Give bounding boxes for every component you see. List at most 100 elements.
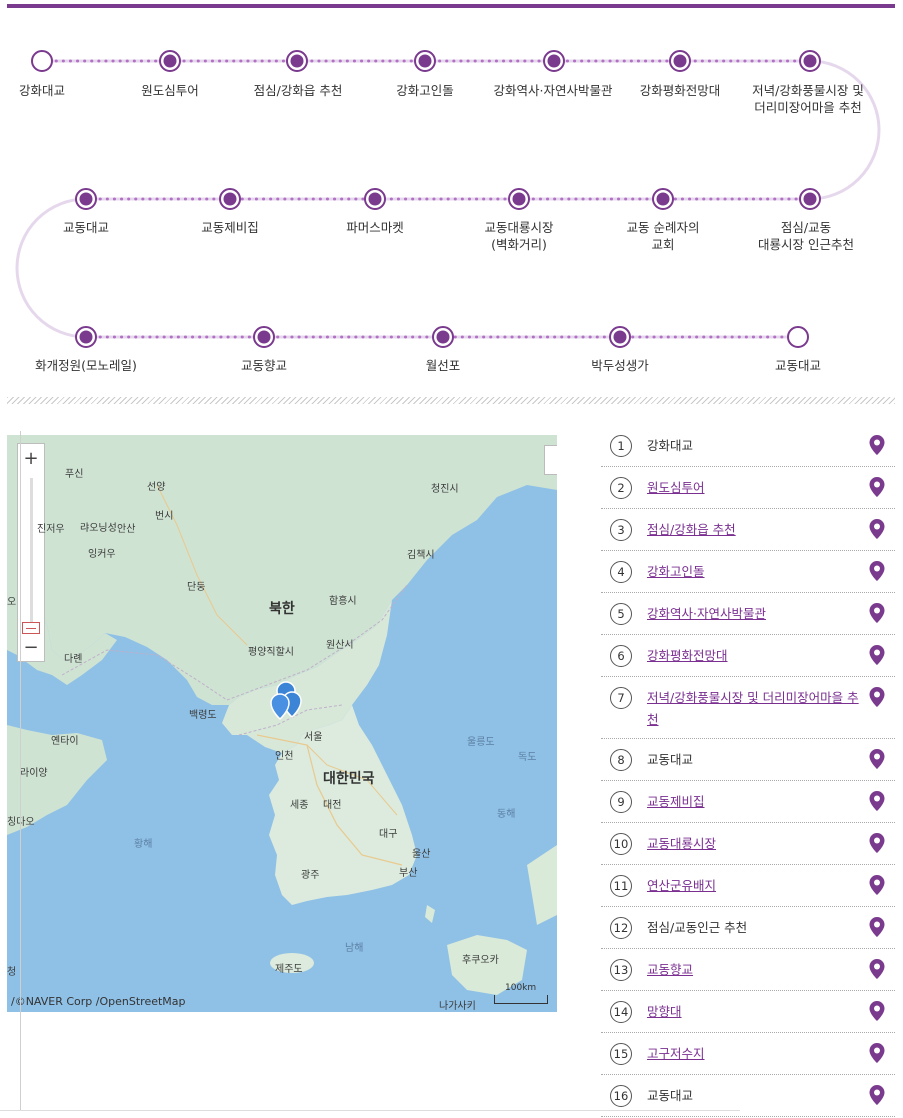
course-stop-dot[interactable] xyxy=(543,50,565,72)
section-divider xyxy=(7,397,895,404)
poi-list-item[interactable]: 13 교동향교 xyxy=(601,949,895,991)
poi-name-link[interactable]: 교동대룡시장 xyxy=(647,833,862,855)
map-place-label: 청진시 xyxy=(431,484,459,495)
course-stop-dot[interactable] xyxy=(799,50,821,72)
course-stop-label: 월선포 xyxy=(425,358,461,373)
poi-number-badge: 3 xyxy=(610,519,632,541)
poi-name-link[interactable]: 망향대 xyxy=(647,1001,862,1023)
poi-name-link[interactable]: 강화고인돌 xyxy=(647,561,862,583)
map-place-label: 대전 xyxy=(323,800,342,811)
map-place-label: 잉커우 xyxy=(88,549,116,560)
poi-list-item[interactable]: 4 강화고인돌 xyxy=(601,551,895,593)
map-view[interactable]: + − 푸신 선양 번시 진저우 랴오닝성 안산 잉커우 단둥 다롄 청진시 김책시 함흥시 북한 평양직… xyxy=(7,435,557,1012)
course-stop-dot[interactable] xyxy=(508,188,530,210)
map-place-label: 울산 xyxy=(412,849,431,860)
zoom-in-button[interactable]: + xyxy=(18,446,44,472)
map-pin-icon[interactable] xyxy=(869,687,885,707)
map-pin-icon[interactable] xyxy=(869,477,885,497)
map-pin-icon[interactable] xyxy=(869,435,885,455)
poi-name-link[interactable]: 강화평화전망대 xyxy=(647,645,862,667)
course-stop-dot[interactable] xyxy=(219,188,241,210)
map-pin-icon[interactable] xyxy=(869,917,885,937)
map-pin-icon[interactable] xyxy=(869,959,885,979)
map-pin-icon[interactable] xyxy=(869,1043,885,1063)
course-stop-label: 교동향교 xyxy=(240,358,288,373)
course-stop-dot[interactable] xyxy=(669,50,691,72)
course-stop-dot[interactable] xyxy=(286,50,308,72)
course-stop-dot[interactable] xyxy=(75,326,97,348)
poi-name-link[interactable]: 교동향교 xyxy=(647,959,862,981)
map-pin-icon[interactable] xyxy=(869,1001,885,1021)
poi-name-link[interactable]: 강화역사·자연사박물관 xyxy=(647,603,862,625)
poi-number-badge: 9 xyxy=(610,791,632,813)
map-pin-icon[interactable] xyxy=(869,791,885,811)
zoom-out-button[interactable]: − xyxy=(18,635,44,661)
poi-list-item[interactable]: 11 연산군유배지 xyxy=(601,865,895,907)
poi-list-item[interactable]: 7 저녁/강화풍물시장 및 더리미장어마을 추천 xyxy=(601,677,895,739)
course-stop-label: 강화대교 xyxy=(18,83,66,98)
poi-name-link[interactable]: 점심/강화읍 추천 xyxy=(647,519,862,541)
map-place-label: 김책시 xyxy=(407,550,435,561)
map-pin-icon[interactable] xyxy=(869,749,885,769)
poi-name-link[interactable]: 원도심투어 xyxy=(647,477,862,499)
poi-list-item[interactable]: 6 강화평화전망대 xyxy=(601,635,895,677)
poi-list-item[interactable]: 9 교동제비집 xyxy=(601,781,895,823)
zoom-slider-track[interactable] xyxy=(30,478,33,628)
poi-name-link[interactable]: 연산군유배지 xyxy=(647,875,862,897)
zoom-slider-handle[interactable] xyxy=(22,622,40,634)
map-pin-icon[interactable] xyxy=(869,645,885,665)
map-place-label: 황해 xyxy=(134,839,153,850)
course-stop-dot[interactable] xyxy=(364,188,386,210)
map-place-label: 진저우 xyxy=(37,524,65,535)
poi-number-badge: 11 xyxy=(610,875,632,897)
poi-number-badge: 16 xyxy=(610,1085,632,1107)
poi-list-item[interactable]: 15 고구저수지 xyxy=(601,1033,895,1075)
course-stop-dot[interactable] xyxy=(652,188,674,210)
map-pin-icon[interactable] xyxy=(869,875,885,895)
map-pin-icon[interactable] xyxy=(869,519,885,539)
map-pin-icon[interactable] xyxy=(869,603,885,623)
poi-list-item[interactable]: 2 원도심투어 xyxy=(601,467,895,509)
map-place-label: 서울 xyxy=(304,732,323,743)
course-endpoint-dot[interactable] xyxy=(31,50,53,72)
poi-name-link[interactable]: 고구저수지 xyxy=(647,1043,862,1065)
poi-list-item: 12 점심/교동인근 추천 xyxy=(601,907,895,949)
map-place-label: 나가사키 xyxy=(439,1001,476,1012)
course-stop-dot[interactable] xyxy=(75,188,97,210)
map-credit: /©NAVER Corp /OpenStreetMap xyxy=(11,995,186,1008)
course-stop-dot[interactable] xyxy=(609,326,631,348)
map-place-label: 후쿠오카 xyxy=(462,955,499,966)
map-place-label: 세종 xyxy=(290,800,309,811)
poi-list-item[interactable]: 10 교동대룡시장 xyxy=(601,823,895,865)
map-pin-icon[interactable] xyxy=(869,561,885,581)
map-type-control[interactable] xyxy=(544,445,557,475)
poi-name-link[interactable]: 저녁/강화풍물시장 및 더리미장어마을 추천 xyxy=(647,687,862,731)
poi-number-badge: 1 xyxy=(610,435,632,457)
map-zoom-control[interactable]: + − xyxy=(17,443,45,662)
poi-number-badge: 10 xyxy=(610,833,632,855)
course-stop-label: 점심/교동 대룡시장 인근추천 xyxy=(758,220,854,252)
map-place-label: 대구 xyxy=(379,829,398,840)
course-stop-dot[interactable] xyxy=(799,188,821,210)
course-stop-label: 교동대교 xyxy=(774,358,822,373)
poi-name-link[interactable]: 교동제비집 xyxy=(647,791,862,813)
map-place-label: 라이양 xyxy=(20,768,48,779)
course-stop-dot[interactable] xyxy=(159,50,181,72)
map-place-label: 동해 xyxy=(497,809,516,820)
map-place-label: 원산시 xyxy=(326,640,354,651)
poi-list-item[interactable]: 5 강화역사·자연사박물관 xyxy=(601,593,895,635)
course-endpoint-dot[interactable] xyxy=(787,326,809,348)
poi-list-item[interactable]: 14 망향대 xyxy=(601,991,895,1033)
course-stop-label: 교동대룡시장 (벽화거리) xyxy=(484,220,554,252)
course-stop-dot[interactable] xyxy=(432,326,454,348)
course-stop-label: 점심/강화읍 추천 xyxy=(253,83,343,98)
map-place-label: 함흥시 xyxy=(329,596,357,607)
map-pin-icon[interactable] xyxy=(869,1085,885,1105)
poi-list: 1 강화대교 2 원도심투어 3 점심/강화읍 추천 4 강화고인돌 5 강화역사·자연사박물관 6… xyxy=(601,425,895,1117)
poi-name: 점심/교동인근 추천 xyxy=(647,920,748,935)
course-stop-dot[interactable] xyxy=(414,50,436,72)
poi-number-badge: 7 xyxy=(610,687,632,709)
poi-list-item[interactable]: 3 점심/강화읍 추천 xyxy=(601,509,895,551)
course-stop-dot[interactable] xyxy=(253,326,275,348)
map-pin-icon[interactable] xyxy=(869,833,885,853)
